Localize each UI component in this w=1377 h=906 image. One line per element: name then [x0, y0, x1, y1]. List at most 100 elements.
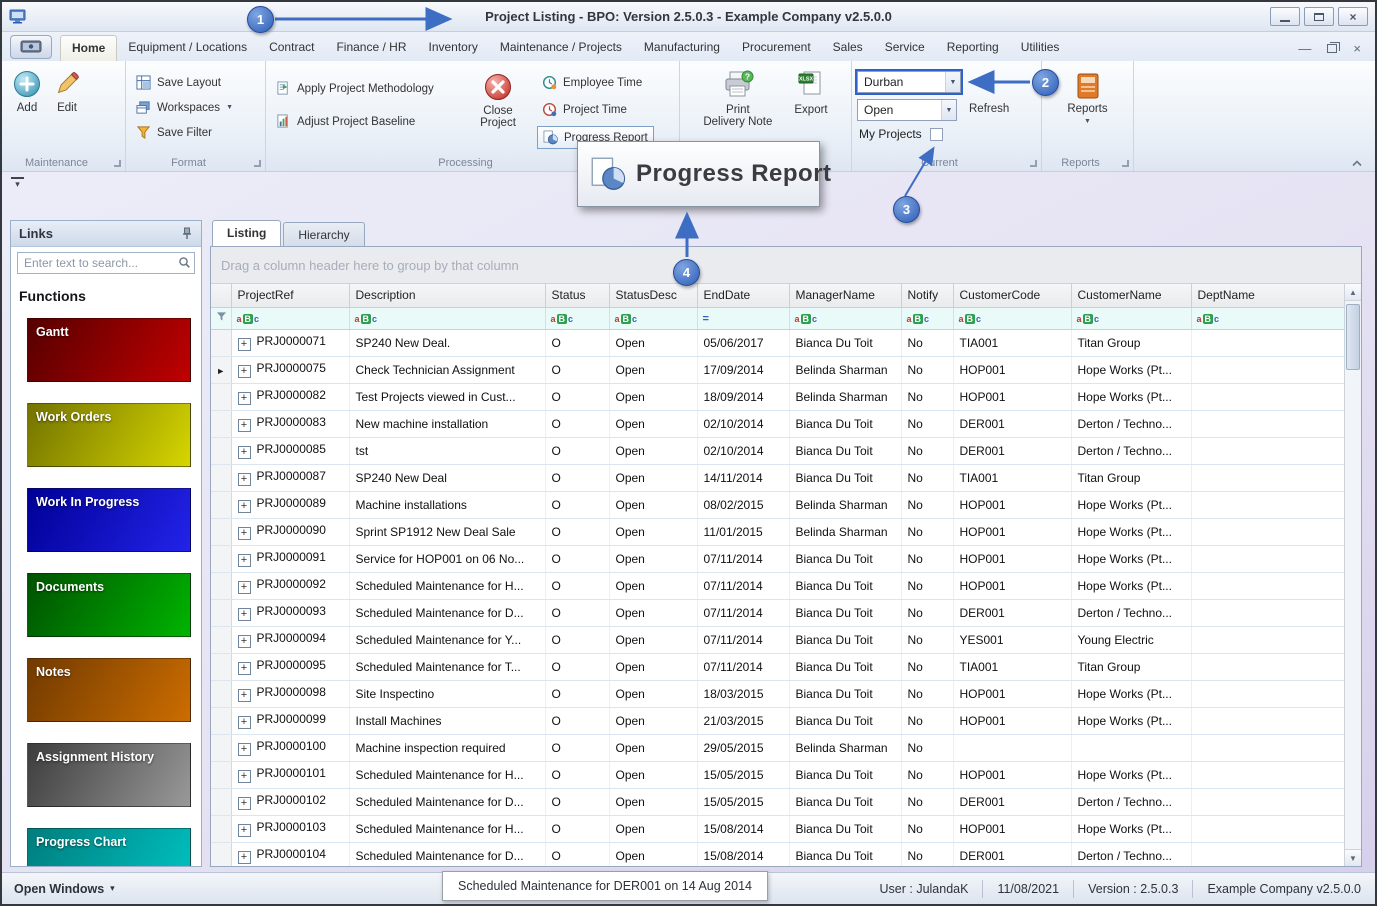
- maintenance-dialog-launcher-icon[interactable]: [114, 160, 121, 167]
- quick-access-overflow-icon[interactable]: ▾: [11, 177, 24, 189]
- tab-listing[interactable]: Listing: [212, 220, 282, 246]
- filter-cell-ref[interactable]: aBc: [231, 307, 350, 330]
- expand-row-icon[interactable]: [237, 661, 251, 675]
- my-projects-checkbox[interactable]: [929, 127, 943, 141]
- function-tile-documents[interactable]: Documents: [27, 573, 191, 637]
- expand-row-icon[interactable]: [237, 715, 251, 729]
- project-row-PRJ0000082[interactable]: PRJ0000082Test Projects viewed in Cust..…: [211, 383, 1344, 411]
- ribbon-tab-equipment-locations[interactable]: Equipment / Locations: [117, 35, 258, 61]
- project-row-PRJ0000102[interactable]: PRJ0000102Scheduled Maintenance for D...…: [211, 788, 1344, 816]
- expand-row-icon[interactable]: [237, 850, 251, 864]
- function-tile-notes[interactable]: Notes: [27, 658, 191, 722]
- expand-row-icon[interactable]: [237, 391, 251, 405]
- filter-cell-status[interactable]: aBc: [545, 307, 610, 330]
- close-project-button[interactable]: Close Project: [469, 66, 527, 134]
- export-button[interactable]: XLSX Export: [789, 66, 832, 120]
- column-header-custCode[interactable]: CustomerCode: [953, 284, 1072, 308]
- status-combobox[interactable]: Open ▼: [857, 99, 957, 121]
- vertical-scrollbar[interactable]: ▲ ▼: [1344, 284, 1361, 866]
- refresh-button[interactable]: Refresh: [961, 66, 1017, 152]
- column-header-manager[interactable]: ManagerName: [789, 284, 902, 308]
- project-row-PRJ0000095[interactable]: PRJ0000095Scheduled Maintenance for T...…: [211, 653, 1344, 681]
- expand-row-icon[interactable]: [237, 796, 251, 810]
- reports-dialog-launcher-icon[interactable]: [1122, 160, 1129, 167]
- expand-row-icon[interactable]: [237, 580, 251, 594]
- mdi-restore-icon[interactable]: [1327, 42, 1341, 53]
- ribbon-tab-home[interactable]: Home: [60, 35, 118, 61]
- ribbon-tab-contract[interactable]: Contract: [258, 35, 325, 61]
- expand-row-icon[interactable]: [237, 445, 251, 459]
- mdi-minimize-icon[interactable]: —: [1298, 41, 1311, 56]
- column-header-ref[interactable]: ProjectRef: [231, 284, 350, 308]
- ribbon-tab-reporting[interactable]: Reporting: [936, 35, 1010, 61]
- project-row-PRJ0000100[interactable]: PRJ0000100Machine inspection requiredOOp…: [211, 734, 1344, 762]
- function-tile-work-orders[interactable]: Work Orders: [27, 403, 191, 467]
- filter-cell-dept[interactable]: aBc: [1191, 307, 1344, 330]
- links-search-input[interactable]: [17, 252, 195, 274]
- add-button[interactable]: Add: [7, 66, 47, 118]
- apply-project-methodology-button[interactable]: Apply Project Methodology: [271, 78, 469, 99]
- ribbon-tab-sales[interactable]: Sales: [822, 35, 874, 61]
- open-windows-button[interactable]: Open Windows ▾: [2, 882, 115, 896]
- mdi-close-icon[interactable]: ×: [1353, 41, 1361, 56]
- collapse-ribbon-icon[interactable]: [1351, 159, 1363, 167]
- column-header-endDate[interactable]: EndDate: [697, 284, 790, 308]
- column-header-custName[interactable]: CustomerName: [1071, 284, 1192, 308]
- expand-row-icon[interactable]: [237, 823, 251, 837]
- project-row-PRJ0000075[interactable]: PRJ0000075Check Technician AssignmentOOp…: [211, 356, 1344, 384]
- expand-row-icon[interactable]: [237, 688, 251, 702]
- column-header-status[interactable]: Status: [545, 284, 610, 308]
- scroll-up-icon[interactable]: ▲: [1345, 284, 1361, 301]
- ribbon-tab-inventory[interactable]: Inventory: [417, 35, 488, 61]
- filter-cell-desc[interactable]: aBc: [349, 307, 546, 330]
- ribbon-tab-procurement[interactable]: Procurement: [731, 35, 822, 61]
- filter-cell-manager[interactable]: aBc: [789, 307, 902, 330]
- ribbon-tab-manufacturing[interactable]: Manufacturing: [633, 35, 731, 61]
- ribbon-tab-service[interactable]: Service: [874, 35, 936, 61]
- ribbon-tab-utilities[interactable]: Utilities: [1010, 35, 1071, 61]
- function-tile-gantt[interactable]: Gantt: [27, 318, 191, 382]
- project-row-PRJ0000098[interactable]: PRJ0000098Site InspectinoOOpen18/03/2015…: [211, 680, 1344, 708]
- project-row-PRJ0000087[interactable]: PRJ0000087SP240 New DealOOpen14/11/2014B…: [211, 464, 1344, 492]
- format-dialog-launcher-icon[interactable]: [254, 160, 261, 167]
- adjust-project-baseline-button[interactable]: Adjust Project Baseline: [271, 111, 469, 132]
- print-delivery-note-button[interactable]: ? Print Delivery Note: [698, 66, 777, 133]
- expand-row-icon[interactable]: [237, 499, 251, 513]
- minimize-button[interactable]: [1270, 7, 1300, 26]
- close-button[interactable]: ×: [1338, 7, 1368, 26]
- maximize-button[interactable]: [1304, 7, 1334, 26]
- ribbon-tab-finance-hr[interactable]: Finance / HR: [325, 35, 417, 61]
- column-header-notify[interactable]: Notify: [901, 284, 954, 308]
- project-row-PRJ0000090[interactable]: PRJ0000090Sprint SP1912 New Deal SaleOOp…: [211, 518, 1344, 546]
- project-row-PRJ0000104[interactable]: PRJ0000104Scheduled Maintenance for D...…: [211, 842, 1344, 866]
- expand-row-icon[interactable]: [237, 553, 251, 567]
- expand-row-icon[interactable]: [237, 742, 251, 756]
- project-row-PRJ0000101[interactable]: PRJ0000101Scheduled Maintenance for H...…: [211, 761, 1344, 789]
- expand-row-icon[interactable]: [237, 769, 251, 783]
- group-by-bar[interactable]: Drag a column header here to group by th…: [211, 247, 1361, 284]
- status-combobox-arrow-icon[interactable]: ▼: [941, 100, 956, 120]
- filter-cell-statusDesc[interactable]: aBc: [609, 307, 698, 330]
- search-icon[interactable]: [178, 256, 191, 269]
- pin-icon[interactable]: [181, 227, 193, 240]
- expand-row-icon[interactable]: [237, 364, 251, 378]
- function-tile-assignment-history[interactable]: Assignment History: [27, 743, 191, 807]
- project-time-button[interactable]: Project Time: [537, 99, 654, 120]
- scrollbar-thumb[interactable]: [1346, 304, 1360, 370]
- scroll-down-icon[interactable]: ▼: [1345, 849, 1361, 866]
- project-row-PRJ0000083[interactable]: PRJ0000083New machine installationOOpen0…: [211, 410, 1344, 438]
- project-row-PRJ0000099[interactable]: PRJ0000099Install MachinesOOpen21/03/201…: [211, 707, 1344, 735]
- employee-time-button[interactable]: Employee Time: [537, 72, 654, 93]
- project-row-PRJ0000071[interactable]: PRJ0000071SP240 New Deal.OOpen05/06/2017…: [211, 329, 1344, 357]
- site-combobox-arrow-icon[interactable]: ▼: [945, 72, 960, 92]
- filter-cell-custCode[interactable]: aBc: [953, 307, 1072, 330]
- workspaces-button[interactable]: Workspaces ▼: [131, 97, 238, 118]
- filter-cell-endDate[interactable]: =: [697, 307, 790, 330]
- project-row-PRJ0000103[interactable]: PRJ0000103Scheduled Maintenance for H...…: [211, 815, 1344, 843]
- expand-row-icon[interactable]: [237, 526, 251, 540]
- column-header-statusDesc[interactable]: StatusDesc: [609, 284, 698, 308]
- project-row-PRJ0000085[interactable]: PRJ0000085tstOOpen02/10/2014Bianca Du To…: [211, 437, 1344, 465]
- ribbon-tab-maintenance-projects[interactable]: Maintenance / Projects: [489, 35, 633, 61]
- expand-row-icon[interactable]: [237, 634, 251, 648]
- function-tile-progress-chart[interactable]: Progress Chart: [27, 828, 191, 866]
